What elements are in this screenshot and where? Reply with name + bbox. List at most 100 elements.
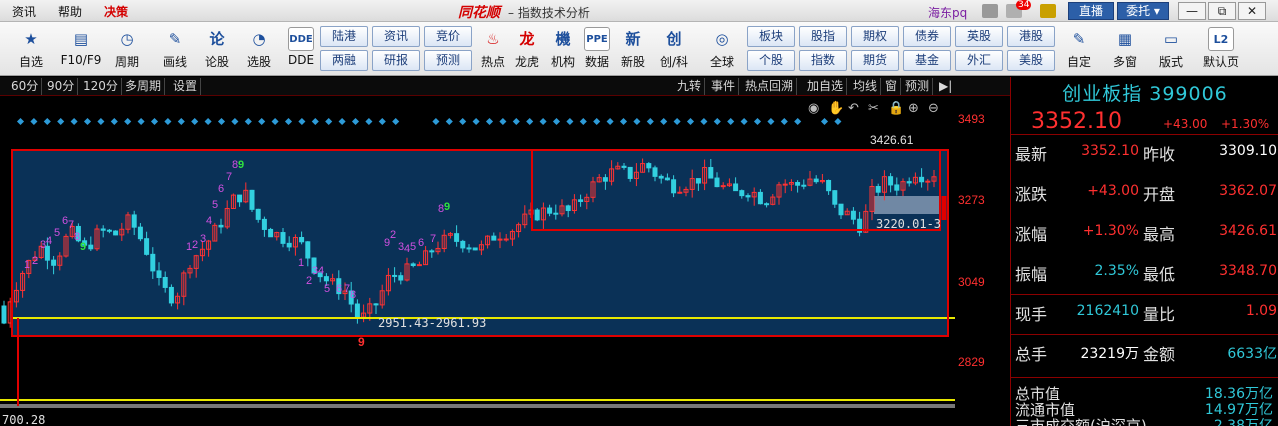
menu-news[interactable]: 资讯 [12, 3, 36, 20]
candle-body [144, 238, 150, 255]
tool-hot[interactable]: ♨ 热点 [474, 24, 512, 74]
close-button[interactable]: ✕ [1238, 2, 1266, 20]
td-count-label: 5 [324, 283, 330, 295]
tool-multi-window[interactable]: ▦ 多窗 [1106, 24, 1144, 74]
candle-body [671, 179, 677, 194]
btn-hot-review[interactable]: 热点回溯 [742, 78, 798, 95]
pill-bonds[interactable]: 债券 [903, 26, 951, 47]
price-change-pct: +1.30% [1221, 117, 1270, 131]
candle-body [113, 230, 119, 236]
candle-body [454, 233, 460, 242]
resistance-range-label: 3220.01-3 [876, 217, 941, 231]
pill-futures[interactable]: 期货 [851, 50, 899, 71]
period-multi[interactable]: 多周期 [122, 78, 166, 95]
tool-institution[interactable]: 機机构 [544, 24, 582, 74]
kline-svg[interactable]: ◉ ✋ ↶ ✂ 🔒 ⊕ ⊖1 23 456 789 1 2 345678 9123 45 6 7 8923 4 5 6 7… [0, 96, 1010, 426]
bell-icon[interactable] [1040, 4, 1056, 18]
chart-tool-icon: ✂ [868, 101, 879, 116]
tool-global[interactable]: ◎ 全球 [700, 24, 744, 74]
pill-options[interactable]: 期权 [851, 26, 899, 47]
minimize-button[interactable]: — [1178, 2, 1206, 20]
pill-funds[interactable]: 基金 [903, 50, 951, 71]
tool-discuss[interactable]: 论论股 [198, 24, 236, 74]
collapse-panel-icon[interactable]: ▶| [936, 78, 955, 95]
event-marker-dot [16, 117, 25, 126]
candle-body [602, 177, 608, 182]
pill-auction[interactable]: 竞价 [424, 26, 472, 47]
index-name: 创业板指 399006 [1062, 83, 1228, 105]
delegate-button[interactable]: 委托 ▾ [1117, 2, 1169, 20]
chart-tool-icon: 🔒 [888, 101, 904, 116]
pill-index[interactable]: 指数 [799, 50, 847, 71]
event-marker-dot [284, 117, 293, 126]
quote-value: 6633亿 [1227, 346, 1277, 362]
period-120m[interactable]: 120分 [80, 78, 122, 95]
tool-ipo[interactable]: 新新股 [614, 24, 652, 74]
pill-news[interactable]: 资讯 [372, 26, 420, 47]
pill-us-stocks[interactable]: 美股 [1007, 50, 1055, 71]
tool-period[interactable]: ◷ 周期 [108, 24, 146, 74]
tool-custom[interactable]: ✎ 自定 [1060, 24, 1098, 74]
quote-value: +43.00 [1087, 183, 1139, 199]
candle-body [714, 177, 720, 188]
pill-stocks[interactable]: 个股 [747, 50, 795, 71]
period-settings[interactable]: 设置 [170, 78, 202, 95]
period-90m[interactable]: 90分 [44, 78, 79, 95]
app-logo: 同花顺 [458, 5, 500, 21]
tool-data[interactable]: PPE 数据 [578, 24, 616, 74]
user-name[interactable]: 海东pq [928, 4, 967, 21]
pill-stock-index[interactable]: 股指 [799, 26, 847, 47]
menu-decision[interactable]: 决策 [104, 3, 128, 20]
quote-summary: 3352.10 +43.00 +1.30% [1011, 107, 1278, 135]
btn-moving-average[interactable]: 均线 [850, 78, 882, 95]
pill-hk-connect[interactable]: 陆港 [320, 26, 368, 47]
market-stat-row: 总市值 18.36万亿 [1011, 383, 1278, 403]
quote-row: 涨跌 +43.00 开盘 3362.07 [1011, 181, 1278, 209]
tool-f10[interactable]: ▤ F10/F9 [58, 24, 104, 74]
candle-body [888, 176, 894, 186]
tool-draw[interactable]: ✎ 画线 [156, 24, 194, 74]
quote-row: 最新 3352.10 昨收 3309.10 [1011, 141, 1278, 169]
event-marker-dot [137, 117, 145, 126]
pill-research[interactable]: 研报 [372, 50, 420, 71]
pill-hk-stocks[interactable]: 港股 [1007, 26, 1055, 47]
pill-margin[interactable]: 两融 [320, 50, 368, 71]
restore-button[interactable]: ⧉ [1208, 2, 1236, 20]
tool-layout[interactable]: ▭ 版式 [1152, 24, 1190, 74]
candle-body [739, 190, 745, 197]
menu-help[interactable]: 帮助 [58, 3, 82, 20]
candle-body [249, 189, 255, 210]
layout-icon: ▭ [1163, 30, 1179, 48]
pill-forecast[interactable]: 预测 [424, 50, 472, 71]
candle-body [578, 199, 584, 202]
market-stat-row: 流通市值 14.97万亿 [1011, 399, 1278, 419]
pill-forex[interactable]: 外汇 [955, 50, 1003, 71]
tool-chinext-star[interactable]: 创创/科 [652, 24, 696, 74]
candle-body [299, 237, 305, 243]
live-button[interactable]: 直播 [1068, 2, 1114, 20]
event-marker-dot [70, 117, 78, 126]
tool-screener[interactable]: ◔ 选股 [240, 24, 278, 74]
event-marker-dot [499, 117, 507, 126]
btn-events[interactable]: 事件 [708, 78, 740, 95]
btn-nine-turn[interactable]: 九转 [674, 78, 706, 95]
tool-default-page[interactable]: L2 默认页 [1198, 24, 1244, 74]
custom-icon: ✎ [1072, 30, 1086, 48]
tool-dragon-tiger[interactable]: 龙龙虎 [508, 24, 546, 74]
pill-uk-stocks[interactable]: 英股 [955, 26, 1003, 47]
period-60m[interactable]: 60分 [8, 78, 43, 95]
btn-window[interactable]: 窗 [882, 78, 902, 95]
mail-icon[interactable] [982, 4, 998, 18]
main-toolbar: ★ 自选 ▤ F10/F9 ◷ 周期 ✎ 画线 论论股 ◔ 选股 DDE DDE 陆港 资讯… [0, 22, 1278, 76]
candle-body [168, 286, 174, 304]
pill-sector[interactable]: 板块 [747, 26, 795, 47]
td-count-label: 5 [212, 199, 218, 211]
btn-add-watchlist[interactable]: 加自选 [804, 78, 848, 95]
mail-count-badge: 34 [1016, 0, 1032, 10]
candle-body [906, 181, 912, 184]
td-count-label: 3 [200, 233, 206, 245]
tool-dde[interactable]: DDE DDE [282, 24, 320, 74]
btn-forecast[interactable]: 预测 [902, 78, 934, 95]
tool-watchlist[interactable]: ★ 自选 [12, 24, 50, 74]
kline-chart[interactable]: ◉ ✋ ↶ ✂ 🔒 ⊕ ⊖ 1 2 3 4 5 6 7 8 9 1 2 3 4 5 6 7 8 9 1 2 3 4 5 6 7 8 9 2 3 4 5 6 7… [0, 96, 1010, 426]
